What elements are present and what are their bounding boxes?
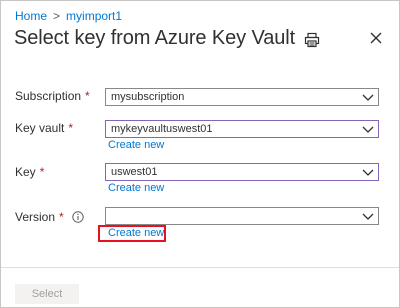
key-vault-select-value: mykeyvaultuswest01 (111, 123, 213, 135)
key-vault-label: Key vault * (15, 121, 73, 135)
required-marker: * (68, 121, 74, 135)
chevron-down-icon (362, 169, 374, 176)
breadcrumb-home[interactable]: Home (15, 9, 47, 23)
key-create-new-link[interactable]: Create new (108, 182, 164, 194)
key-vault-create-new-link[interactable]: Create new (108, 139, 164, 151)
page-title: Select key from Azure Key Vault (14, 27, 296, 49)
subscription-label: Subscription * (15, 89, 90, 103)
subscription-select[interactable]: mysubscription (105, 88, 379, 106)
subscription-select-value: mysubscription (111, 91, 185, 103)
breadcrumb: Home > myimport1 (15, 9, 122, 23)
chevron-down-icon (362, 126, 374, 133)
version-label-text: Version (15, 210, 56, 224)
footer-divider (1, 267, 399, 268)
key-label: Key * (15, 165, 44, 179)
required-marker: * (59, 210, 64, 224)
breadcrumb-separator: > (53, 9, 61, 23)
required-marker: * (85, 89, 90, 103)
panel: Home > myimport1 Select key from Azure K… (0, 0, 400, 308)
key-label-text: Key (15, 165, 36, 179)
key-select-value: uswest01 (111, 166, 158, 178)
key-vault-select[interactable]: mykeyvaultuswest01 (105, 120, 379, 138)
version-select[interactable] (105, 207, 379, 225)
subscription-label-text: Subscription (15, 89, 82, 103)
print-icon[interactable] (304, 32, 320, 48)
required-marker: * (39, 165, 45, 179)
select-button[interactable]: Select (15, 284, 79, 304)
chevron-down-icon (362, 213, 374, 220)
highlight-annotation (98, 225, 166, 242)
close-icon[interactable] (368, 30, 384, 46)
breadcrumb-myimport1[interactable]: myimport1 (66, 9, 122, 23)
key-vault-label-text: Key vault (15, 121, 65, 135)
version-label: Version * (15, 210, 84, 224)
info-icon[interactable] (72, 211, 84, 223)
chevron-down-icon (362, 94, 374, 101)
key-select[interactable]: uswest01 (105, 163, 379, 181)
